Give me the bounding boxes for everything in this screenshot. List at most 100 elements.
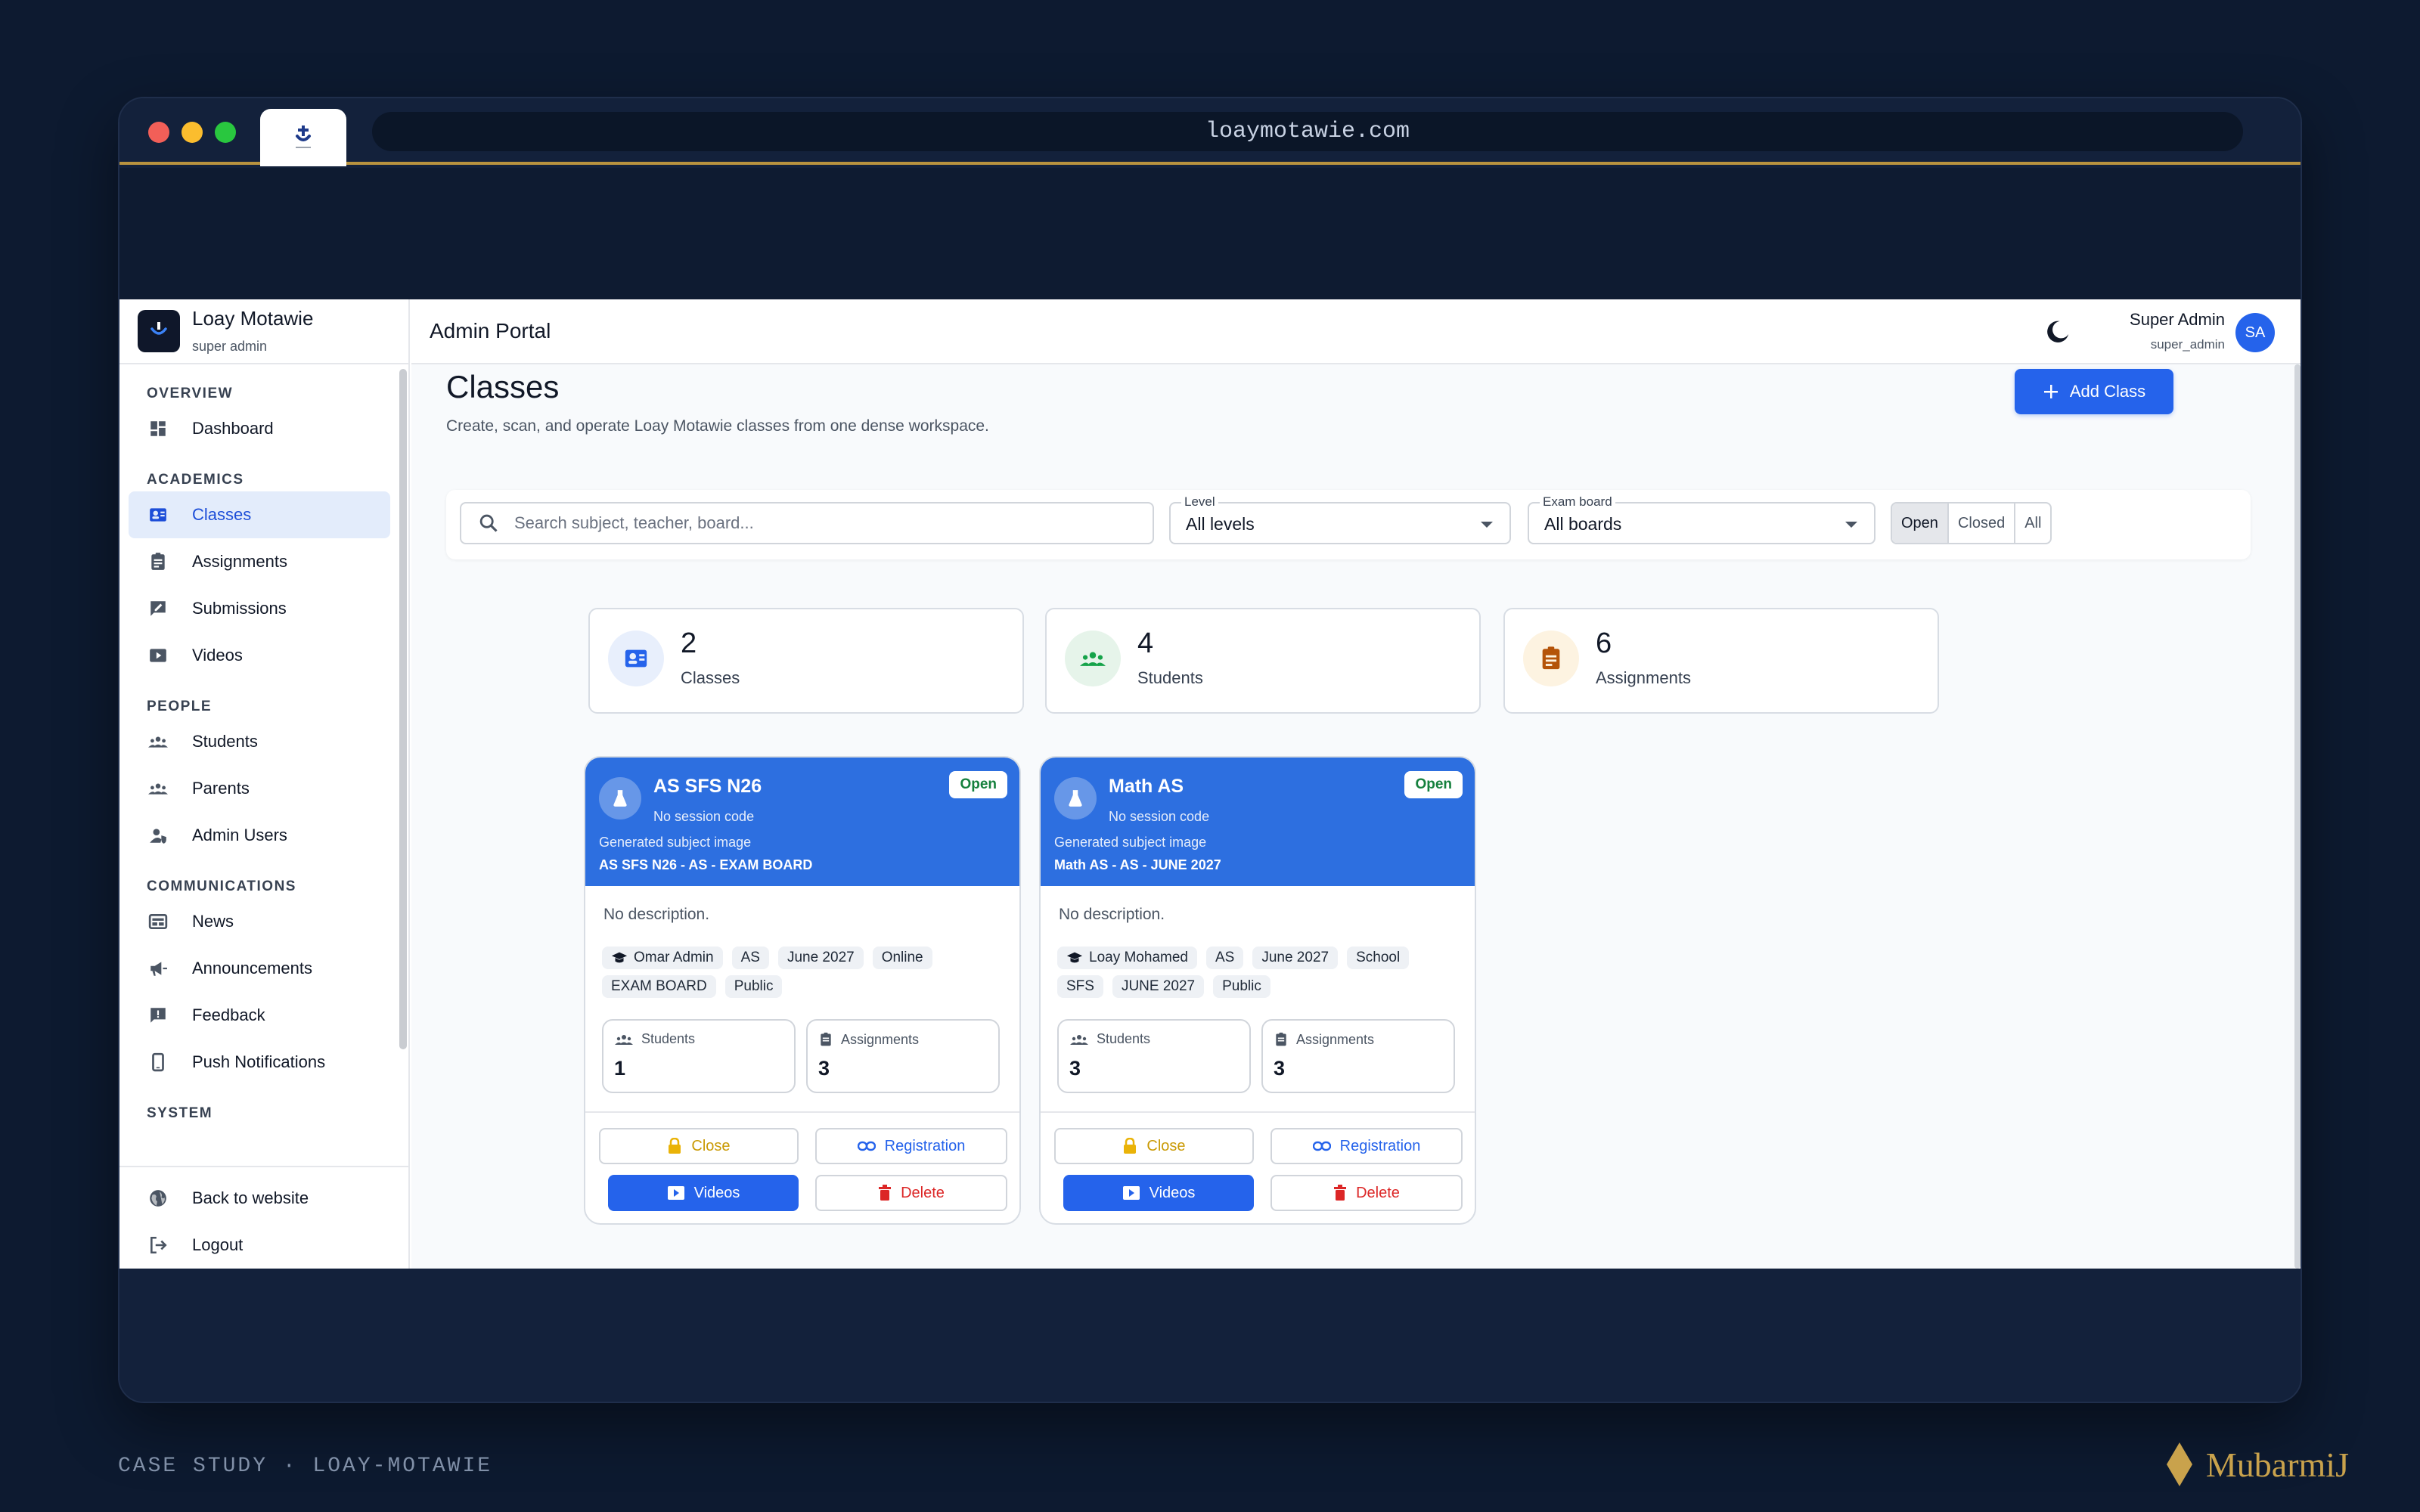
admin-shield-icon xyxy=(148,826,168,845)
exam-board-select[interactable]: Exam board All boards xyxy=(1528,494,1876,544)
tag-chip: JUNE 2027 xyxy=(1112,975,1205,998)
avatar[interactable]: SA xyxy=(2235,313,2275,352)
sidebar-item-label: News xyxy=(192,912,234,931)
teacher-chip: Omar Admin xyxy=(602,947,723,969)
status-all-option[interactable]: All xyxy=(2015,503,2050,543)
globe-icon xyxy=(148,1188,168,1208)
tag-chip: Online xyxy=(872,947,932,969)
add-class-label: Add Class xyxy=(2069,382,2146,401)
class-card[interactable]: Math AS No session code Open Generated s… xyxy=(1039,756,1476,1225)
sidebar-item-admin-users[interactable]: Admin Users xyxy=(129,812,390,859)
button-label: Delete xyxy=(901,1184,945,1201)
portal-title: Admin Portal xyxy=(430,319,551,342)
students-count: 1 xyxy=(614,1057,626,1080)
button-label: Delete xyxy=(1356,1184,1400,1201)
class-tags: Omar Admin AS June 2027 Online EXAM BOAR… xyxy=(602,947,1003,998)
diamond-icon xyxy=(2166,1442,2192,1486)
stat-label: Classes xyxy=(681,668,740,687)
assignments-icon xyxy=(1523,631,1579,686)
sidebar-item-submissions[interactable]: Submissions xyxy=(129,585,390,632)
sidebar-item-videos[interactable]: Videos xyxy=(129,632,390,679)
students-count-box: Students 1 xyxy=(602,1019,796,1093)
section-academics: ACADEMICS xyxy=(147,472,244,488)
phone-icon xyxy=(148,1052,168,1072)
sidebar-item-students[interactable]: Students xyxy=(129,718,390,765)
sidebar-item-label: Dashboard xyxy=(192,419,274,438)
maximize-window-button[interactable] xyxy=(215,122,236,143)
sidebar-item-news[interactable]: News xyxy=(129,898,390,945)
sidebar-item-label: Students xyxy=(192,732,258,751)
close-class-button[interactable]: Close xyxy=(1054,1128,1254,1164)
author-name: MubarmiJ xyxy=(2205,1445,2349,1484)
level-select[interactable]: Level All levels xyxy=(1169,494,1511,544)
sidebar-item-dashboard[interactable]: Dashboard xyxy=(129,405,390,452)
minimize-window-button[interactable] xyxy=(182,122,203,143)
add-class-button[interactable]: Add Class xyxy=(2015,369,2173,414)
tag-chip: Public xyxy=(1213,975,1270,998)
button-label: Videos xyxy=(693,1184,740,1201)
mini-label: Assignments xyxy=(1296,1031,1375,1047)
sidebar-scrollbar[interactable] xyxy=(399,369,407,1049)
divider xyxy=(585,1111,1019,1113)
lock-icon xyxy=(669,1138,681,1154)
sidebar-item-label: Push Notifications xyxy=(192,1052,326,1071)
search-input[interactable]: Search subject, teacher, board... xyxy=(460,502,1154,544)
class-title: Math AS xyxy=(1109,776,1184,797)
delete-button[interactable]: Delete xyxy=(815,1175,1007,1211)
registration-button[interactable]: Registration xyxy=(1270,1128,1463,1164)
main-scrollbar[interactable] xyxy=(2294,364,2301,1269)
sidebar-item-label: Feedback xyxy=(192,1005,265,1024)
section-overview: OVERVIEW xyxy=(147,386,234,401)
logout-button[interactable]: Logout xyxy=(129,1222,398,1269)
admin-app: Loay Motawie super admin OVERVIEW Dashbo… xyxy=(119,299,2301,1269)
registration-button[interactable]: Registration xyxy=(815,1128,1007,1164)
class-description: No description. xyxy=(603,906,710,923)
megaphone-icon xyxy=(148,959,168,978)
feedback-icon xyxy=(148,1005,168,1025)
students-count-label: Students xyxy=(614,1031,695,1047)
status-open-option[interactable]: Open xyxy=(1892,503,1949,543)
button-label: Registration xyxy=(884,1137,966,1154)
videos-button[interactable]: Videos xyxy=(1063,1175,1254,1211)
stat-value: 2 xyxy=(681,627,697,659)
status-closed-option[interactable]: Closed xyxy=(1949,503,2016,543)
status-badge: Open xyxy=(1404,771,1463,798)
sidebar-item-parents[interactable]: Parents xyxy=(129,765,390,812)
students-count-label: Students xyxy=(1069,1031,1150,1047)
delete-button[interactable]: Delete xyxy=(1270,1175,1463,1211)
classes-icon xyxy=(608,631,664,686)
sidebar-footer: Back to website Logout xyxy=(119,1166,408,1269)
browser-tab[interactable] xyxy=(260,109,346,166)
class-card[interactable]: AS SFS N26 No session code Open Generate… xyxy=(584,756,1021,1225)
sidebar-item-classes[interactable]: Classes xyxy=(129,491,390,538)
sidebar-item-feedback[interactable]: Feedback xyxy=(129,992,390,1039)
status-toggle: Open Closed All xyxy=(1891,502,2052,544)
image-caption: Generated subject image xyxy=(1054,835,1207,850)
close-class-button[interactable]: Close xyxy=(599,1128,799,1164)
sidebar-item-push-notifications[interactable]: Push Notifications xyxy=(129,1039,390,1086)
sidebar-item-assignments[interactable]: Assignments xyxy=(129,538,390,585)
back-to-website-link[interactable]: Back to website xyxy=(129,1175,398,1222)
tag-chip: EXAM BOARD xyxy=(602,975,716,998)
class-card-header: Math AS No session code Open Generated s… xyxy=(1041,758,1475,886)
logout-icon xyxy=(148,1235,168,1255)
videos-button[interactable]: Videos xyxy=(608,1175,799,1211)
section-people: PEOPLE xyxy=(147,699,213,714)
plus-icon xyxy=(2043,385,2058,398)
dark-mode-toggle-icon[interactable] xyxy=(2045,319,2071,345)
class-session-code: No session code xyxy=(653,809,755,824)
sidebar-item-label: Assignments xyxy=(192,552,287,571)
trash-icon xyxy=(879,1185,892,1201)
graduation-cap-icon xyxy=(611,952,628,963)
tag-chip: School xyxy=(1347,947,1410,969)
close-window-button[interactable] xyxy=(148,122,169,143)
button-label: Registration xyxy=(1339,1137,1421,1154)
teacher-name: Loay Mohamed xyxy=(1089,950,1188,965)
stat-card-students: 4 Students xyxy=(1045,608,1481,714)
sidebar-item-label: Admin Users xyxy=(192,826,287,844)
address-bar[interactable]: loaymotawie.com xyxy=(372,112,2243,151)
flask-icon xyxy=(599,777,641,820)
sidebar: Loay Motawie super admin OVERVIEW Dashbo… xyxy=(119,299,410,1269)
mini-label: Students xyxy=(641,1031,696,1046)
sidebar-item-announcements[interactable]: Announcements xyxy=(129,945,390,992)
